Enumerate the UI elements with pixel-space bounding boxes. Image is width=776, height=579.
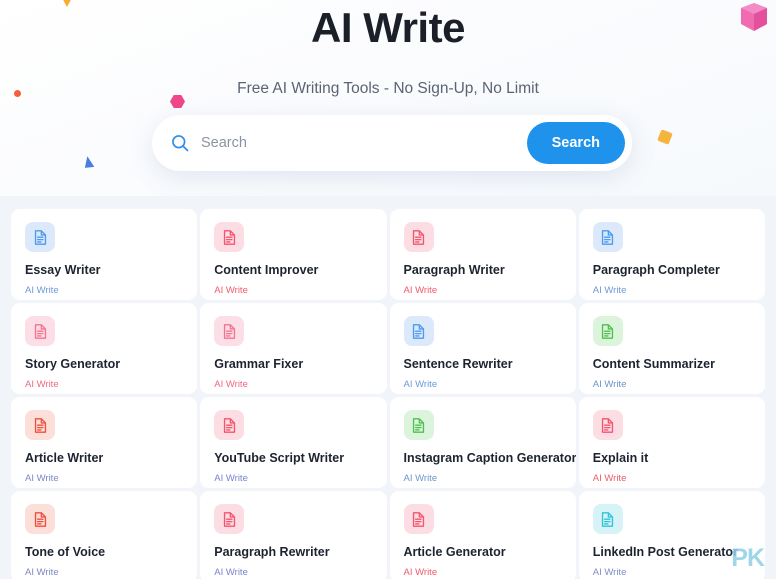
document-icon: [412, 417, 425, 433]
tool-icon-badge: [214, 410, 245, 440]
tool-icon-badge: [214, 222, 245, 252]
tool-card[interactable]: Article Generator AI Write: [389, 491, 576, 579]
tool-icon-badge: [403, 410, 434, 440]
tool-card-subtitle: AI Write: [592, 379, 627, 390]
document-icon: [34, 511, 46, 527]
document-icon: [602, 417, 614, 433]
tool-card-title: Grammar Fixer: [214, 357, 304, 371]
tool-card[interactable]: Paragraph Rewriter AI Write: [200, 491, 387, 579]
tool-card-subtitle: AI Write: [25, 567, 59, 578]
tool-card-subtitle: AI Write: [25, 285, 59, 296]
tool-card[interactable]: Sentence Rewriter AI Write: [389, 303, 576, 394]
search-bar[interactable]: Search: [152, 115, 632, 171]
tool-icon-badge: [25, 410, 55, 440]
tool-icon-badge: [25, 222, 55, 252]
tool-card-title: Content Summarizer: [592, 357, 715, 371]
tool-icon-badge: [403, 316, 434, 346]
tool-card-title: Article Writer: [25, 451, 104, 465]
document-icon: [223, 323, 235, 339]
tool-card-subtitle: AI Write: [214, 567, 248, 578]
document-icon: [602, 323, 614, 339]
tool-card-title: Story Generator: [25, 357, 121, 371]
document-icon: [223, 511, 235, 527]
tool-card-title: Tone of Voice: [25, 545, 106, 559]
tool-card-subtitle: AI Write: [214, 379, 248, 390]
tool-card-subtitle: AI Write: [25, 379, 59, 390]
tool-card-subtitle: AI Write: [403, 285, 438, 296]
tool-card[interactable]: Tone of Voice AI Write: [11, 491, 198, 579]
tool-card-title: LinkedIn Post Generator: [592, 545, 738, 559]
search-icon: [172, 135, 189, 152]
page-title: AI Write: [311, 4, 465, 51]
tool-card-title: Paragraph Writer: [403, 263, 505, 277]
document-icon: [34, 417, 46, 433]
document-icon: [412, 511, 425, 527]
tool-card-subtitle: AI Write: [25, 473, 59, 484]
document-icon: [223, 417, 235, 433]
tool-icon-badge: [214, 504, 245, 534]
tool-card-title: YouTube Script Writer: [214, 451, 345, 465]
ai-write-page: AI Write Free AI Writing Tools - No Sign…: [0, 0, 776, 579]
tool-icon-badge: [25, 316, 55, 346]
tool-icon-badge: [214, 316, 245, 346]
tool-icon-badge: [403, 504, 434, 534]
tool-card[interactable]: Content Summarizer AI Write: [578, 303, 765, 394]
tool-icon-badge: [592, 222, 623, 252]
tool-card-subtitle: AI Write: [214, 285, 248, 296]
tool-card[interactable]: Story Generator AI Write: [11, 303, 198, 394]
tool-card-subtitle: AI Write: [592, 567, 627, 578]
pk-watermark: PK: [731, 544, 765, 572]
document-icon: [412, 229, 425, 245]
search-input[interactable]: [190, 135, 527, 151]
tool-card[interactable]: Content Improver AI Write: [200, 209, 387, 300]
tool-card-title: Instagram Caption Generator: [403, 451, 576, 465]
document-icon: [602, 511, 614, 527]
tool-card-title: Essay Writer: [25, 263, 101, 277]
square-orange-icon: [657, 129, 673, 145]
search-button[interactable]: Search: [526, 122, 625, 164]
tool-icon-badge: [25, 504, 55, 534]
tool-card-title: Paragraph Completer: [592, 263, 720, 277]
hero-section: AI Write Free AI Writing Tools - No Sign…: [0, 0, 776, 196]
tool-card-title: Sentence Rewriter: [403, 357, 513, 371]
tool-card-subtitle: AI Write: [214, 473, 248, 484]
tool-card-title: Explain it: [592, 451, 649, 465]
tool-card-subtitle: AI Write: [403, 379, 438, 390]
tool-card[interactable]: Essay Writer AI Write: [11, 209, 198, 300]
tool-card[interactable]: Instagram Caption Generator AI Write: [389, 397, 576, 488]
tool-icon-badge: [592, 410, 623, 440]
tool-card[interactable]: Explain it AI Write: [578, 397, 765, 488]
tool-icon-badge: [592, 316, 623, 346]
triangle-blue-icon: [84, 156, 97, 170]
tool-card[interactable]: Paragraph Completer AI Write: [578, 209, 765, 300]
tool-card-subtitle: AI Write: [403, 473, 438, 484]
tool-card[interactable]: Article Writer AI Write: [11, 397, 198, 488]
document-icon: [223, 229, 235, 245]
page-subtitle: Free AI Writing Tools - No Sign-Up, No L…: [237, 80, 539, 97]
document-icon: [34, 323, 46, 339]
document-icon: [412, 323, 425, 339]
tool-card-grid: Essay Writer AI Write Content Improver AI W…: [0, 196, 776, 579]
tool-icon-badge: [592, 504, 623, 534]
tool-icon-badge: [403, 222, 434, 252]
document-icon: [602, 229, 614, 245]
tool-card-title: Paragraph Rewriter: [214, 545, 330, 559]
tool-card[interactable]: YouTube Script Writer AI Write: [200, 397, 387, 488]
tool-card-subtitle: AI Write: [403, 567, 438, 578]
tool-card-title: Article Generator: [403, 545, 506, 559]
tool-card-subtitle: AI Write: [592, 473, 627, 484]
tool-card[interactable]: Grammar Fixer AI Write: [200, 303, 387, 394]
tool-card-title: Content Improver: [214, 263, 319, 277]
tool-card-subtitle: AI Write: [592, 285, 627, 296]
document-icon: [34, 229, 46, 245]
tool-card[interactable]: Paragraph Writer AI Write: [389, 209, 576, 300]
